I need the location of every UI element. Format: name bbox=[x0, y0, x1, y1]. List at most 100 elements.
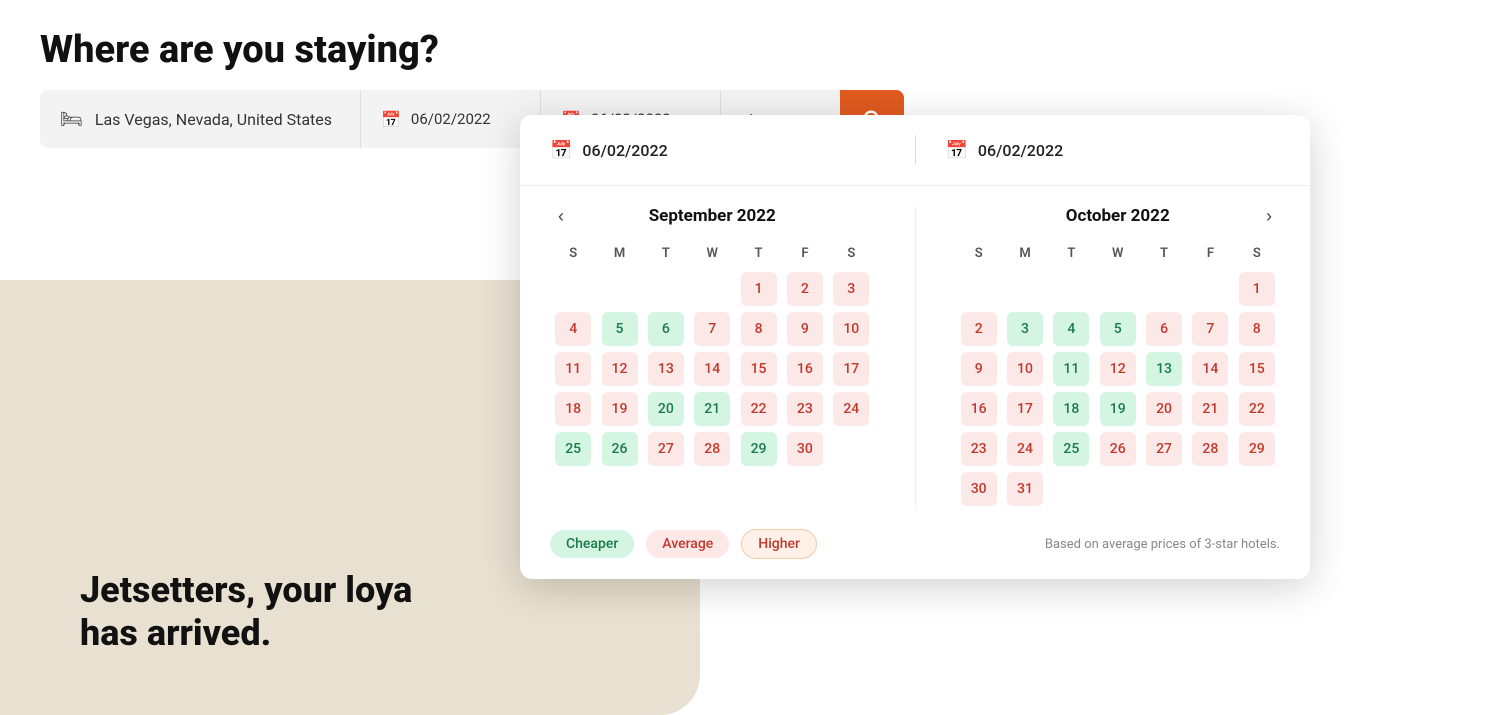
cal-day[interactable]: 8 bbox=[741, 312, 777, 346]
cal-day[interactable]: 20 bbox=[1146, 392, 1182, 426]
cal-prev-button[interactable]: ‹ bbox=[550, 202, 572, 231]
cal-day[interactable]: 12 bbox=[1100, 352, 1136, 386]
table-row bbox=[596, 269, 642, 309]
table-row: 30 bbox=[782, 429, 828, 469]
cal-day[interactable]: 17 bbox=[1007, 392, 1043, 426]
weekday-s-oct: S bbox=[956, 242, 1002, 269]
cal-months-divider bbox=[915, 206, 916, 509]
table-row: 4 bbox=[1048, 309, 1094, 349]
table-row: 6 bbox=[643, 309, 689, 349]
cal-day[interactable]: 9 bbox=[961, 352, 997, 386]
table-row: 8 bbox=[735, 309, 781, 349]
table-row bbox=[1095, 269, 1141, 309]
cal-month-header-oct: October 2022 › bbox=[956, 206, 1281, 226]
cal-day[interactable]: 22 bbox=[1239, 392, 1275, 426]
cal-day[interactable]: 5 bbox=[602, 312, 638, 346]
cal-day[interactable]: 22 bbox=[741, 392, 777, 426]
cal-day[interactable]: 15 bbox=[741, 352, 777, 386]
cal-next-button[interactable]: › bbox=[1258, 202, 1280, 231]
cal-day[interactable]: 6 bbox=[1146, 312, 1182, 346]
cal-day[interactable]: 18 bbox=[555, 392, 591, 426]
cal-day[interactable]: 16 bbox=[961, 392, 997, 426]
cal-day[interactable]: 14 bbox=[694, 352, 730, 386]
cal-day[interactable]: 26 bbox=[602, 432, 638, 466]
cal-day[interactable]: 20 bbox=[648, 392, 684, 426]
cal-day[interactable]: 16 bbox=[787, 352, 823, 386]
table-row: 15 bbox=[1234, 349, 1280, 389]
table-row: 1 bbox=[735, 269, 781, 309]
cal-day[interactable]: 2 bbox=[787, 272, 823, 306]
cal-day[interactable]: 26 bbox=[1100, 432, 1136, 466]
cal-day[interactable]: 27 bbox=[1146, 432, 1182, 466]
table-row: 18 bbox=[550, 389, 596, 429]
cal-day[interactable]: 12 bbox=[602, 352, 638, 386]
table-row: 10 bbox=[1002, 349, 1048, 389]
cal-day[interactable]: 28 bbox=[694, 432, 730, 466]
table-row: 24 bbox=[828, 389, 874, 429]
cal-day[interactable]: 25 bbox=[555, 432, 591, 466]
cal-day[interactable]: 5 bbox=[1100, 312, 1136, 346]
cal-legend: Cheaper Average Higher Based on average … bbox=[520, 509, 1310, 559]
cal-day[interactable]: 2 bbox=[961, 312, 997, 346]
cal-day[interactable]: 24 bbox=[833, 392, 869, 426]
cal-day[interactable]: 30 bbox=[961, 472, 997, 506]
cal-day[interactable]: 10 bbox=[1007, 352, 1043, 386]
cal-checkin-input[interactable]: 📅 06/02/2022 bbox=[550, 140, 885, 161]
cal-day[interactable]: 28 bbox=[1192, 432, 1228, 466]
table-row: 20 bbox=[643, 389, 689, 429]
checkin-field[interactable]: 📅 06/02/2022 bbox=[360, 90, 540, 148]
cal-day[interactable]: 19 bbox=[1100, 392, 1136, 426]
page-title: Where are you staying? bbox=[40, 28, 1460, 72]
cal-day[interactable]: 15 bbox=[1239, 352, 1275, 386]
cal-month-october: October 2022 › S M T W T F S bbox=[956, 206, 1281, 509]
table-row: 28 bbox=[1187, 429, 1233, 469]
cal-day[interactable]: 1 bbox=[1239, 272, 1275, 306]
cal-day[interactable]: 27 bbox=[648, 432, 684, 466]
cal-day[interactable]: 21 bbox=[1192, 392, 1228, 426]
cal-day[interactable]: 14 bbox=[1192, 352, 1228, 386]
cal-day[interactable]: 3 bbox=[1007, 312, 1043, 346]
cal-day[interactable]: 21 bbox=[694, 392, 730, 426]
table-row: 14 bbox=[1187, 349, 1233, 389]
cal-month-title-oct: October 2022 bbox=[1066, 206, 1170, 226]
cal-day[interactable]: 23 bbox=[961, 432, 997, 466]
table-row: 28 bbox=[689, 429, 735, 469]
table-row bbox=[1048, 269, 1094, 309]
cal-day[interactable]: 6 bbox=[648, 312, 684, 346]
cal-day[interactable]: 11 bbox=[1053, 352, 1089, 386]
cal-day[interactable]: 25 bbox=[1053, 432, 1089, 466]
cal-day[interactable]: 29 bbox=[1239, 432, 1275, 466]
cal-checkout-input[interactable]: 📅 06/02/2022 bbox=[946, 140, 1281, 161]
table-row: 12 bbox=[596, 349, 642, 389]
cal-day[interactable]: 24 bbox=[1007, 432, 1043, 466]
cal-day[interactable]: 7 bbox=[694, 312, 730, 346]
cal-day[interactable]: 13 bbox=[1146, 352, 1182, 386]
cal-day[interactable]: 30 bbox=[787, 432, 823, 466]
cal-day[interactable]: 11 bbox=[555, 352, 591, 386]
cal-day[interactable]: 31 bbox=[1007, 472, 1043, 506]
cal-day[interactable]: 19 bbox=[602, 392, 638, 426]
cal-day[interactable]: 9 bbox=[787, 312, 823, 346]
table-row: 8 bbox=[1234, 309, 1280, 349]
bed-icon: 🛏 bbox=[60, 109, 83, 130]
cal-day[interactable]: 8 bbox=[1239, 312, 1275, 346]
cal-day[interactable]: 4 bbox=[555, 312, 591, 346]
cal-checkin-icon: 📅 bbox=[550, 140, 572, 161]
cal-day[interactable]: 23 bbox=[787, 392, 823, 426]
cal-day[interactable]: 3 bbox=[833, 272, 869, 306]
cal-body: ‹ September 2022 S M T W T F S bbox=[520, 186, 1310, 509]
table-row bbox=[689, 269, 735, 309]
cal-day[interactable]: 29 bbox=[741, 432, 777, 466]
cal-day[interactable]: 17 bbox=[833, 352, 869, 386]
cal-day[interactable]: 7 bbox=[1192, 312, 1228, 346]
cal-day[interactable]: 1 bbox=[741, 272, 777, 306]
table-row: 23 bbox=[782, 389, 828, 429]
cal-day[interactable]: 4 bbox=[1053, 312, 1089, 346]
table-row: 12 bbox=[1095, 349, 1141, 389]
table-row: 29 bbox=[735, 429, 781, 469]
cal-day[interactable]: 13 bbox=[648, 352, 684, 386]
cal-day[interactable]: 18 bbox=[1053, 392, 1089, 426]
calendar-dropdown: 📅 06/02/2022 📅 06/02/2022 ‹ September 20… bbox=[520, 115, 1310, 579]
location-field[interactable]: 🛏 Las Vegas, Nevada, United States bbox=[40, 90, 360, 148]
cal-day[interactable]: 10 bbox=[833, 312, 869, 346]
